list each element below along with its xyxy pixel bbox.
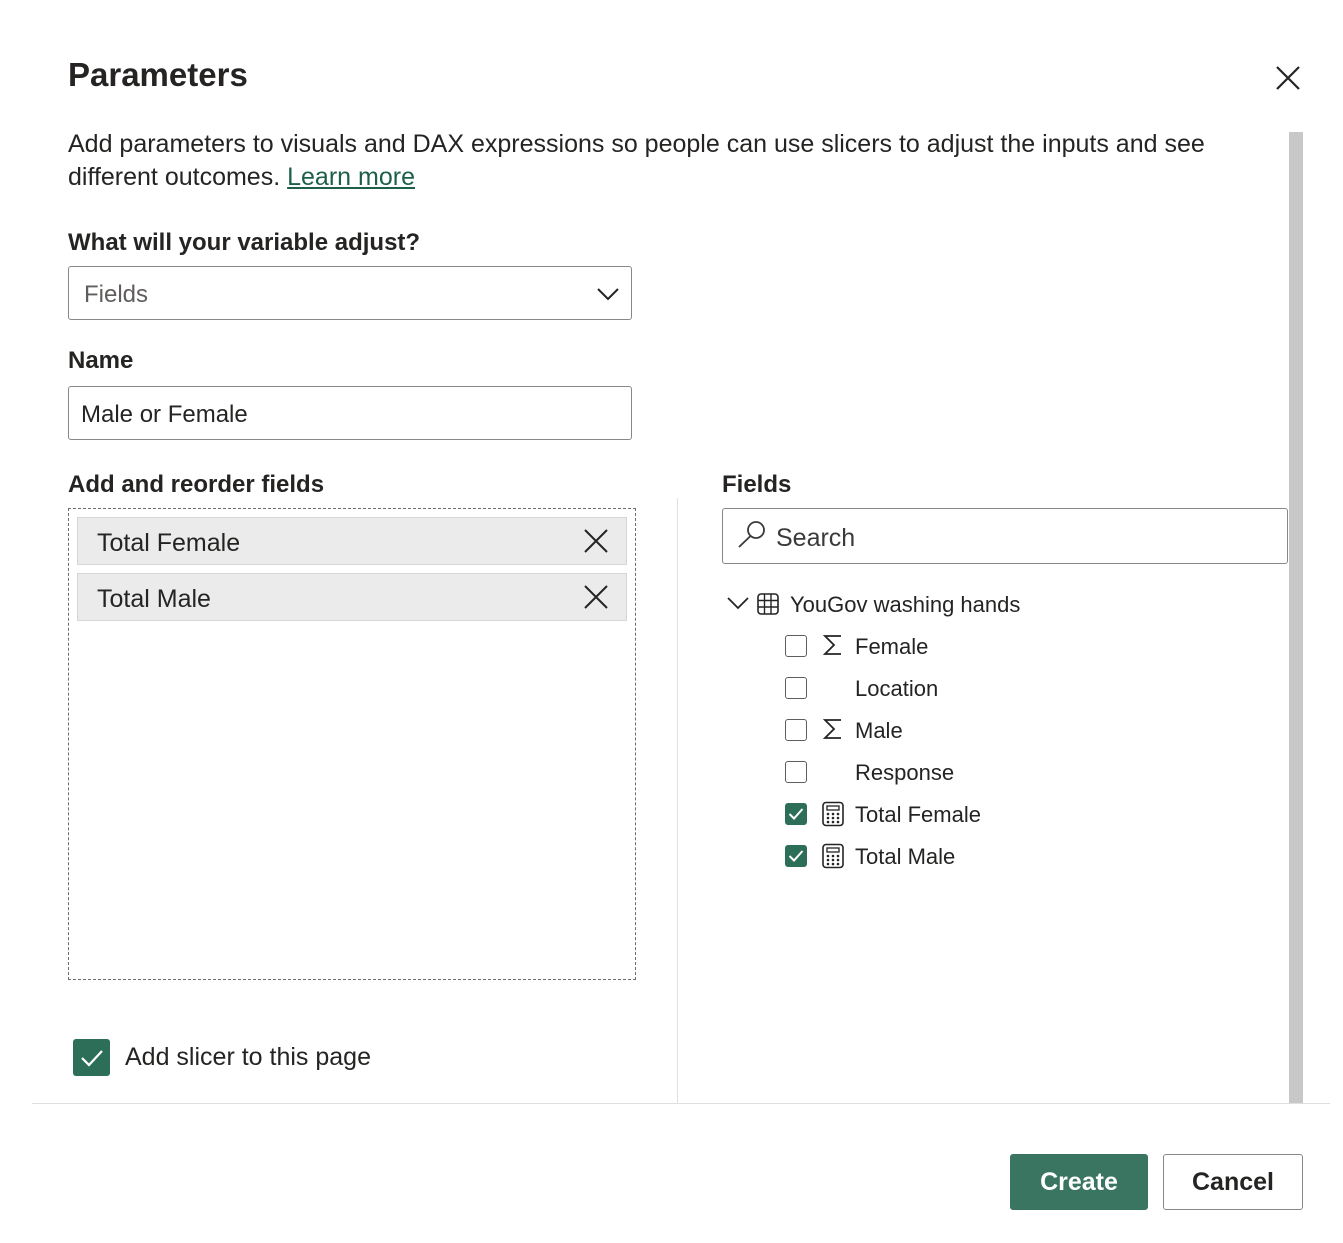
field-label: Total Male xyxy=(855,844,956,869)
name-input-value: Male or Female xyxy=(81,401,248,428)
footer-divider xyxy=(32,1103,1330,1104)
variable-dropdown[interactable]: Fields xyxy=(68,266,632,320)
reorder-item-label: Total Male xyxy=(97,585,211,613)
table-node-label: YouGov washing hands xyxy=(790,592,1021,617)
variable-label: What will your variable adjust? xyxy=(68,229,421,256)
table-node-yougov[interactable]: YouGov washing hands xyxy=(726,588,1046,620)
field-label: Female xyxy=(855,634,929,659)
calculator-icon xyxy=(822,801,844,827)
create-button[interactable]: Create xyxy=(1010,1154,1148,1210)
reorder-dropzone[interactable]: Total Female Total Male xyxy=(68,508,636,980)
checkmark-icon xyxy=(788,808,804,820)
column-divider xyxy=(677,498,678,1104)
search-icon xyxy=(738,521,765,548)
field-checkbox[interactable] xyxy=(785,677,807,699)
add-slicer-label: Add slicer to this page xyxy=(125,1043,371,1071)
chevron-down-icon[interactable] xyxy=(726,594,750,612)
description-text: Add parameters to visuals and DAX expres… xyxy=(68,130,1205,191)
close-icon xyxy=(1276,66,1300,90)
reorder-label: Add and reorder fields xyxy=(68,471,325,498)
dialog-description: Add parameters to visuals and DAX expres… xyxy=(68,128,1248,194)
search-placeholder: Search xyxy=(776,524,856,552)
chevron-down-icon xyxy=(597,288,619,301)
field-label: Total Female xyxy=(855,802,981,827)
variable-selected-value: Fields xyxy=(84,281,149,308)
dialog-scrollbar[interactable] xyxy=(1289,132,1303,1104)
field-checkbox-checked[interactable] xyxy=(785,845,807,867)
remove-icon[interactable] xyxy=(583,584,609,610)
dialog-title: Parameters xyxy=(68,56,248,93)
checkmark-icon xyxy=(788,850,804,862)
cancel-button[interactable]: Cancel xyxy=(1163,1154,1303,1210)
calculator-icon xyxy=(822,843,844,869)
sigma-icon xyxy=(822,719,841,739)
field-checkbox[interactable] xyxy=(785,761,807,783)
field-label: Male xyxy=(855,718,903,743)
fields-search-input[interactable]: Search xyxy=(722,508,1288,564)
reorder-item-label: Total Female xyxy=(97,529,241,557)
close-button[interactable] xyxy=(1270,60,1306,96)
name-label: Name xyxy=(68,347,134,374)
field-checkbox[interactable] xyxy=(785,719,807,741)
field-checkbox[interactable] xyxy=(785,635,807,657)
checkmark-icon xyxy=(81,1050,103,1067)
reorder-item-total-female[interactable]: Total Female xyxy=(77,517,627,565)
field-label: Response xyxy=(855,760,955,785)
learn-more-link[interactable]: Learn more xyxy=(287,163,415,191)
field-checkbox-checked[interactable] xyxy=(785,803,807,825)
table-icon xyxy=(757,593,779,615)
fields-label: Fields xyxy=(722,471,792,498)
add-slicer-checkbox[interactable] xyxy=(73,1039,110,1076)
sigma-icon xyxy=(822,635,841,655)
reorder-item-total-male[interactable]: Total Male xyxy=(77,573,627,621)
remove-icon[interactable] xyxy=(583,528,609,554)
field-label: Location xyxy=(855,676,939,701)
name-input[interactable]: Male or Female xyxy=(68,386,632,440)
